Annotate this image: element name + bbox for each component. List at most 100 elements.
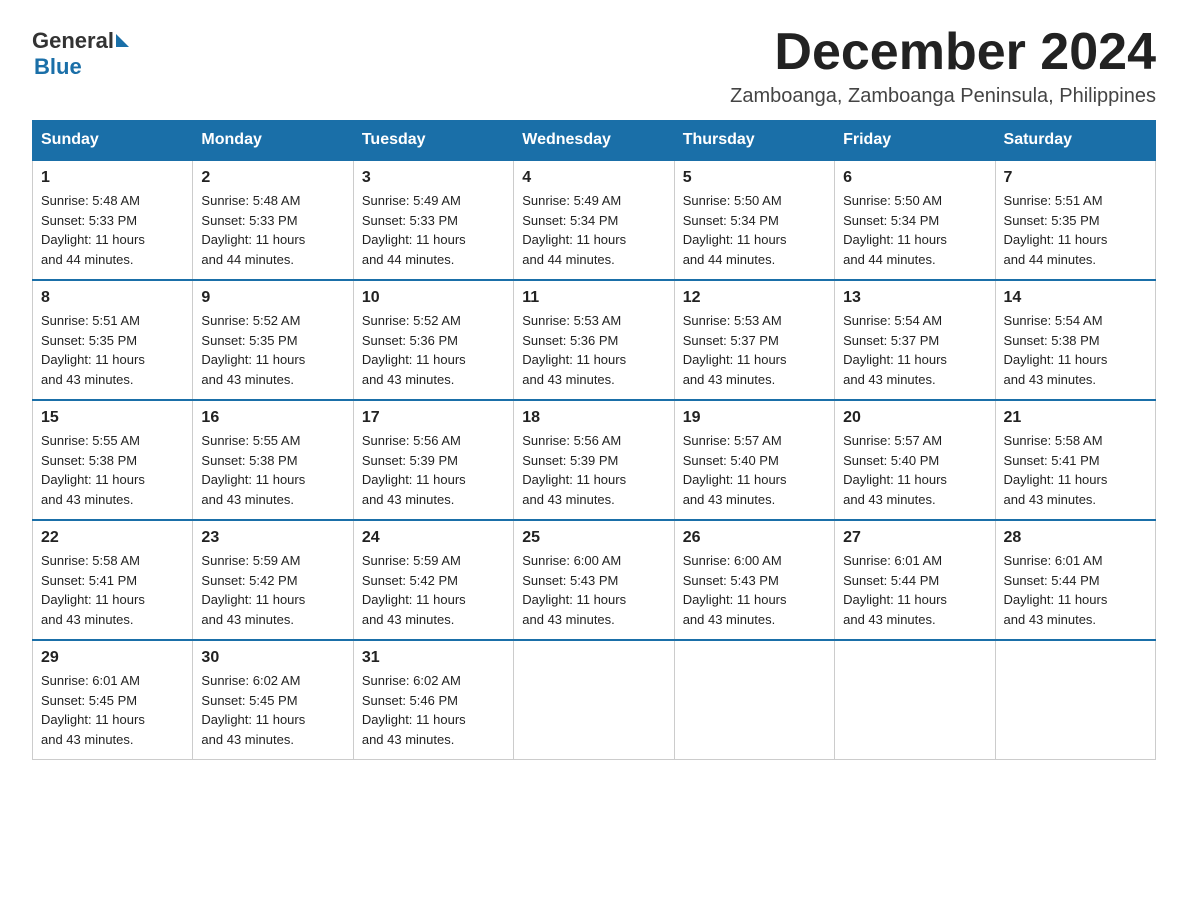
calendar-cell: 17 Sunrise: 5:56 AMSunset: 5:39 PMDaylig…: [353, 400, 513, 520]
col-sunday: Sunday: [33, 121, 193, 161]
logo-arrow-icon: [116, 34, 129, 47]
day-number: 15: [41, 409, 184, 427]
day-number: 19: [683, 409, 826, 427]
day-number: 9: [201, 289, 344, 307]
calendar-week-row: 22 Sunrise: 5:58 AMSunset: 5:41 PMDaylig…: [33, 520, 1156, 640]
calendar-cell: 8 Sunrise: 5:51 AMSunset: 5:35 PMDayligh…: [33, 280, 193, 400]
day-info: Sunrise: 5:51 AMSunset: 5:35 PMDaylight:…: [1004, 191, 1147, 269]
day-info: Sunrise: 6:01 AMSunset: 5:44 PMDaylight:…: [843, 551, 986, 629]
day-number: 10: [362, 289, 505, 307]
day-number: 14: [1004, 289, 1147, 307]
day-number: 23: [201, 529, 344, 547]
day-number: 8: [41, 289, 184, 307]
calendar-cell: 23 Sunrise: 5:59 AMSunset: 5:42 PMDaylig…: [193, 520, 353, 640]
day-info: Sunrise: 5:57 AMSunset: 5:40 PMDaylight:…: [843, 431, 986, 509]
day-number: 25: [522, 529, 665, 547]
calendar-cell: 20 Sunrise: 5:57 AMSunset: 5:40 PMDaylig…: [835, 400, 995, 520]
col-tuesday: Tuesday: [353, 121, 513, 161]
day-info: Sunrise: 5:54 AMSunset: 5:38 PMDaylight:…: [1004, 311, 1147, 389]
day-info: Sunrise: 5:53 AMSunset: 5:37 PMDaylight:…: [683, 311, 826, 389]
calendar-cell: [674, 640, 834, 760]
day-number: 31: [362, 649, 505, 667]
calendar-cell: 9 Sunrise: 5:52 AMSunset: 5:35 PMDayligh…: [193, 280, 353, 400]
col-thursday: Thursday: [674, 121, 834, 161]
day-info: Sunrise: 5:52 AMSunset: 5:36 PMDaylight:…: [362, 311, 505, 389]
calendar-cell: 3 Sunrise: 5:49 AMSunset: 5:33 PMDayligh…: [353, 160, 513, 280]
day-info: Sunrise: 6:02 AMSunset: 5:46 PMDaylight:…: [362, 671, 505, 749]
calendar-cell: 1 Sunrise: 5:48 AMSunset: 5:33 PMDayligh…: [33, 160, 193, 280]
day-number: 11: [522, 289, 665, 307]
calendar-cell: 2 Sunrise: 5:48 AMSunset: 5:33 PMDayligh…: [193, 160, 353, 280]
col-monday: Monday: [193, 121, 353, 161]
day-info: Sunrise: 6:02 AMSunset: 5:45 PMDaylight:…: [201, 671, 344, 749]
day-number: 28: [1004, 529, 1147, 547]
day-info: Sunrise: 5:50 AMSunset: 5:34 PMDaylight:…: [683, 191, 826, 269]
day-number: 2: [201, 169, 344, 187]
calendar-cell: 29 Sunrise: 6:01 AMSunset: 5:45 PMDaylig…: [33, 640, 193, 760]
logo-top-row: General: [32, 28, 129, 54]
day-number: 5: [683, 169, 826, 187]
day-info: Sunrise: 5:59 AMSunset: 5:42 PMDaylight:…: [362, 551, 505, 629]
title-block: December 2024 Zamboanga, Zamboanga Penin…: [730, 24, 1156, 108]
day-number: 6: [843, 169, 986, 187]
calendar-cell: 6 Sunrise: 5:50 AMSunset: 5:34 PMDayligh…: [835, 160, 995, 280]
day-info: Sunrise: 5:49 AMSunset: 5:33 PMDaylight:…: [362, 191, 505, 269]
day-number: 16: [201, 409, 344, 427]
day-info: Sunrise: 5:58 AMSunset: 5:41 PMDaylight:…: [1004, 431, 1147, 509]
calendar-header-row: Sunday Monday Tuesday Wednesday Thursday…: [33, 121, 1156, 161]
calendar-cell: [835, 640, 995, 760]
day-number: 7: [1004, 169, 1147, 187]
day-info: Sunrise: 5:50 AMSunset: 5:34 PMDaylight:…: [843, 191, 986, 269]
location-title: Zamboanga, Zamboanga Peninsula, Philippi…: [730, 85, 1156, 108]
day-number: 24: [362, 529, 505, 547]
logo: General Blue: [32, 24, 129, 80]
day-number: 1: [41, 169, 184, 187]
calendar-cell: 5 Sunrise: 5:50 AMSunset: 5:34 PMDayligh…: [674, 160, 834, 280]
calendar-cell: 12 Sunrise: 5:53 AMSunset: 5:37 PMDaylig…: [674, 280, 834, 400]
col-wednesday: Wednesday: [514, 121, 674, 161]
day-info: Sunrise: 5:58 AMSunset: 5:41 PMDaylight:…: [41, 551, 184, 629]
calendar-week-row: 29 Sunrise: 6:01 AMSunset: 5:45 PMDaylig…: [33, 640, 1156, 760]
day-info: Sunrise: 6:00 AMSunset: 5:43 PMDaylight:…: [683, 551, 826, 629]
day-info: Sunrise: 5:59 AMSunset: 5:42 PMDaylight:…: [201, 551, 344, 629]
calendar-cell: 11 Sunrise: 5:53 AMSunset: 5:36 PMDaylig…: [514, 280, 674, 400]
col-friday: Friday: [835, 121, 995, 161]
calendar-cell: 15 Sunrise: 5:55 AMSunset: 5:38 PMDaylig…: [33, 400, 193, 520]
day-info: Sunrise: 5:56 AMSunset: 5:39 PMDaylight:…: [362, 431, 505, 509]
day-number: 22: [41, 529, 184, 547]
day-info: Sunrise: 5:53 AMSunset: 5:36 PMDaylight:…: [522, 311, 665, 389]
calendar-cell: 31 Sunrise: 6:02 AMSunset: 5:46 PMDaylig…: [353, 640, 513, 760]
day-info: Sunrise: 5:57 AMSunset: 5:40 PMDaylight:…: [683, 431, 826, 509]
calendar-cell: 14 Sunrise: 5:54 AMSunset: 5:38 PMDaylig…: [995, 280, 1155, 400]
calendar-cell: 10 Sunrise: 5:52 AMSunset: 5:36 PMDaylig…: [353, 280, 513, 400]
day-info: Sunrise: 5:48 AMSunset: 5:33 PMDaylight:…: [201, 191, 344, 269]
calendar-cell: 18 Sunrise: 5:56 AMSunset: 5:39 PMDaylig…: [514, 400, 674, 520]
day-info: Sunrise: 5:55 AMSunset: 5:38 PMDaylight:…: [201, 431, 344, 509]
calendar-cell: [995, 640, 1155, 760]
calendar-cell: 28 Sunrise: 6:01 AMSunset: 5:44 PMDaylig…: [995, 520, 1155, 640]
day-info: Sunrise: 5:52 AMSunset: 5:35 PMDaylight:…: [201, 311, 344, 389]
day-number: 4: [522, 169, 665, 187]
day-number: 29: [41, 649, 184, 667]
day-number: 3: [362, 169, 505, 187]
calendar-cell: 16 Sunrise: 5:55 AMSunset: 5:38 PMDaylig…: [193, 400, 353, 520]
day-info: Sunrise: 5:49 AMSunset: 5:34 PMDaylight:…: [522, 191, 665, 269]
day-info: Sunrise: 5:51 AMSunset: 5:35 PMDaylight:…: [41, 311, 184, 389]
day-number: 18: [522, 409, 665, 427]
calendar-cell: [514, 640, 674, 760]
calendar-cell: 4 Sunrise: 5:49 AMSunset: 5:34 PMDayligh…: [514, 160, 674, 280]
day-info: Sunrise: 5:54 AMSunset: 5:37 PMDaylight:…: [843, 311, 986, 389]
day-number: 21: [1004, 409, 1147, 427]
logo-blue-text: Blue: [34, 54, 82, 80]
page-header: General Blue December 2024 Zamboanga, Za…: [32, 24, 1156, 108]
day-number: 17: [362, 409, 505, 427]
day-info: Sunrise: 6:00 AMSunset: 5:43 PMDaylight:…: [522, 551, 665, 629]
calendar-cell: 25 Sunrise: 6:00 AMSunset: 5:43 PMDaylig…: [514, 520, 674, 640]
calendar-cell: 21 Sunrise: 5:58 AMSunset: 5:41 PMDaylig…: [995, 400, 1155, 520]
calendar-cell: 22 Sunrise: 5:58 AMSunset: 5:41 PMDaylig…: [33, 520, 193, 640]
day-number: 12: [683, 289, 826, 307]
month-title: December 2024: [730, 24, 1156, 81]
day-number: 30: [201, 649, 344, 667]
calendar-cell: 7 Sunrise: 5:51 AMSunset: 5:35 PMDayligh…: [995, 160, 1155, 280]
day-info: Sunrise: 5:56 AMSunset: 5:39 PMDaylight:…: [522, 431, 665, 509]
